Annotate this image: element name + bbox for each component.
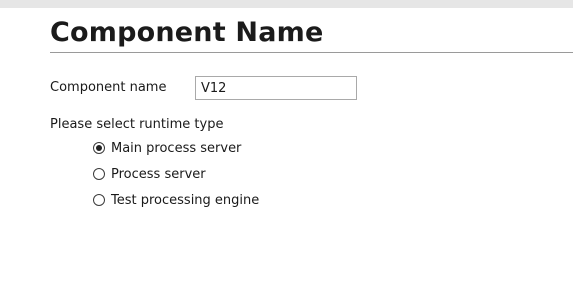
radio-option-label: Main process server <box>111 140 242 156</box>
radio-option-process-server[interactable]: Process server <box>93 165 206 183</box>
title-divider <box>50 52 573 53</box>
component-name-input[interactable] <box>195 76 357 100</box>
radio-button[interactable] <box>93 168 105 180</box>
radio-button-checked[interactable] <box>93 142 105 154</box>
radio-button[interactable] <box>93 194 105 206</box>
window-top-border <box>0 0 573 8</box>
radio-option-label: Test processing engine <box>111 192 260 208</box>
radio-option-test-processing-engine[interactable]: Test processing engine <box>93 191 259 209</box>
radio-option-main-process-server[interactable]: Main process server <box>93 139 241 157</box>
component-name-panel: Component Name Component name Please sel… <box>0 8 573 297</box>
runtime-type-label: Please select runtime type <box>50 117 224 132</box>
radio-option-label: Process server <box>111 166 206 182</box>
component-name-label: Component name <box>50 80 167 95</box>
page-title: Component Name <box>50 17 324 48</box>
